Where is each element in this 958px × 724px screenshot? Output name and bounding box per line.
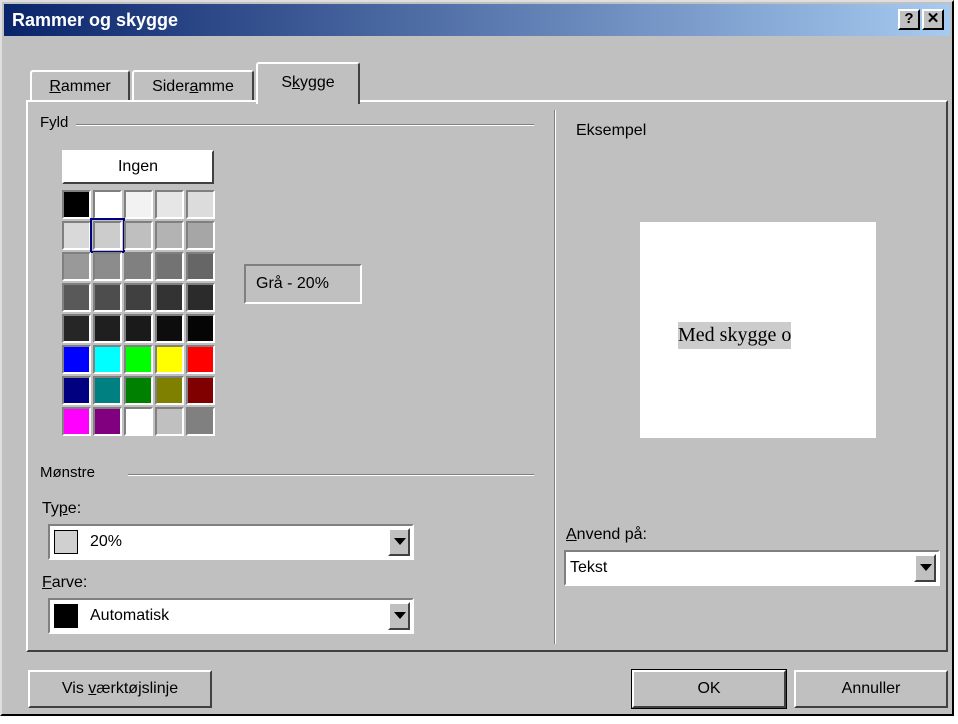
color-swatch-7-4[interactable] <box>186 407 215 436</box>
color-swatch-2-2[interactable] <box>124 252 153 281</box>
color-swatch-5-0[interactable] <box>62 345 91 374</box>
type-label: Type: <box>42 500 82 517</box>
color-swatch-7-2[interactable] <box>124 407 153 436</box>
tab-shading[interactable]: Skygge <box>256 62 360 104</box>
color-label: Farve: <box>42 574 88 591</box>
tab-panel: Fyld Ingen Grå - 20% Mønstre Type: 20% F… <box>26 100 948 652</box>
color-swatch <box>54 604 78 628</box>
pattern-color-select[interactable]: Automatisk <box>48 598 414 634</box>
pattern-type-value: 20% <box>90 533 123 550</box>
color-swatch-2-0[interactable] <box>62 252 91 281</box>
color-swatch-6-3[interactable] <box>155 376 184 405</box>
color-swatch-4-0[interactable] <box>62 314 91 343</box>
selected-color-name: Grå - 20% <box>244 264 362 304</box>
color-swatch-5-3[interactable] <box>155 345 184 374</box>
color-swatch-1-4[interactable] <box>186 221 215 250</box>
color-swatch-4-4[interactable] <box>186 314 215 343</box>
preview-label: Eksempel <box>576 122 647 139</box>
color-swatch-4-1[interactable] <box>93 314 122 343</box>
color-swatch-6-2[interactable] <box>124 376 153 405</box>
help-button[interactable]: ? <box>898 9 920 30</box>
color-swatch-2-4[interactable] <box>186 252 215 281</box>
color-swatch-5-1[interactable] <box>93 345 122 374</box>
color-swatch-0-4[interactable] <box>186 190 215 219</box>
color-swatch-0-0[interactable] <box>62 190 91 219</box>
question-icon: ? <box>904 10 914 27</box>
apply-to-label: Anvend på: <box>566 526 647 543</box>
color-swatch-3-0[interactable] <box>62 283 91 312</box>
color-swatch-1-1[interactable] <box>90 218 125 253</box>
tab-page-border[interactable]: Sideramme <box>132 70 254 102</box>
apply-to-dropdown-button[interactable] <box>914 554 936 582</box>
color-swatch-1-3[interactable] <box>155 221 184 250</box>
preview-sample-text: Med skygge o <box>678 322 792 349</box>
color-swatch-1-2[interactable] <box>124 221 153 250</box>
color-swatch-2-1[interactable] <box>93 252 122 281</box>
pattern-type-dropdown-button[interactable] <box>388 528 410 556</box>
pattern-type-select[interactable]: 20% <box>48 524 414 560</box>
patterns-group-label: Mønstre <box>40 464 104 481</box>
color-swatch-7-1[interactable] <box>93 407 122 436</box>
apply-to-value: Tekst <box>570 559 608 576</box>
preview-box: Med skygge o <box>640 222 876 438</box>
fill-group-line <box>64 124 534 126</box>
color-swatch-3-2[interactable] <box>124 283 153 312</box>
color-swatch-6-4[interactable] <box>186 376 215 405</box>
cancel-button[interactable]: Annuller <box>794 670 948 708</box>
color-swatch-0-1[interactable] <box>93 190 122 219</box>
title-bar[interactable]: Rammer og skygge ? ✕ <box>4 4 950 36</box>
color-swatch-5-4[interactable] <box>186 345 215 374</box>
close-icon: ✕ <box>926 10 940 27</box>
color-swatch-6-0[interactable] <box>62 376 91 405</box>
color-swatch-7-0[interactable] <box>62 407 91 436</box>
ok-button[interactable]: OK <box>631 669 787 709</box>
color-swatch-3-4[interactable] <box>186 283 215 312</box>
pattern-swatch <box>54 530 78 554</box>
vertical-divider <box>554 110 556 644</box>
pattern-color-value: Automatisk <box>90 607 170 624</box>
pattern-color-dropdown-button[interactable] <box>388 602 410 630</box>
color-swatch-0-2[interactable] <box>124 190 153 219</box>
show-toolbar-button[interactable]: Vis værktøjslinje <box>28 670 212 708</box>
borders-shading-dialog: Rammer og skygge ? ✕ Rammer Sideramme Sk… <box>0 0 954 716</box>
patterns-group-line <box>128 474 534 476</box>
color-swatch-7-3[interactable] <box>155 407 184 436</box>
close-button[interactable]: ✕ <box>922 9 944 30</box>
color-swatch-6-1[interactable] <box>93 376 122 405</box>
color-swatch-5-2[interactable] <box>124 345 153 374</box>
color-swatch-4-2[interactable] <box>124 314 153 343</box>
fill-group-label: Fyld <box>40 114 77 131</box>
color-swatch-2-3[interactable] <box>155 252 184 281</box>
window-title: Rammer og skygge <box>12 10 179 30</box>
color-swatch-3-1[interactable] <box>93 283 122 312</box>
apply-to-select[interactable]: Tekst <box>564 550 940 586</box>
no-fill-button[interactable]: Ingen <box>62 150 214 184</box>
tab-borders[interactable]: Rammer <box>30 70 130 102</box>
color-swatch-4-3[interactable] <box>155 314 184 343</box>
color-swatch-1-0[interactable] <box>62 221 91 250</box>
color-swatch-0-3[interactable] <box>155 190 184 219</box>
color-swatch-3-3[interactable] <box>155 283 184 312</box>
